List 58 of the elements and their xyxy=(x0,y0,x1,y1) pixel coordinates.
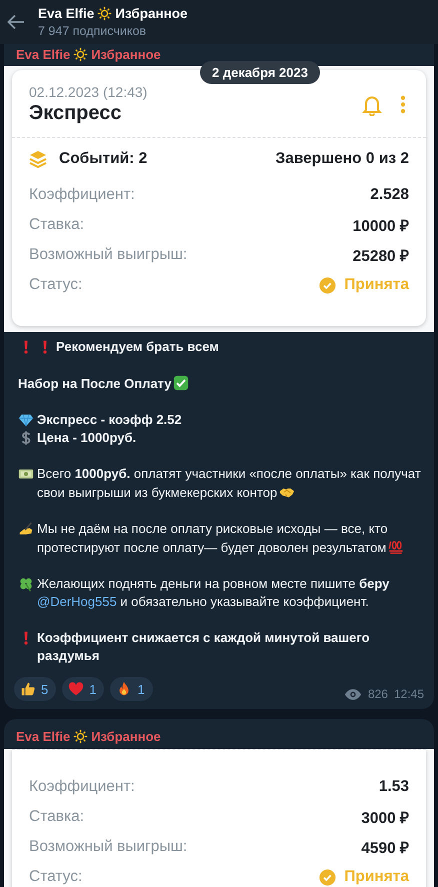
completed-count: Завершено 0 из 2 xyxy=(275,150,409,168)
field-value: 2.528 xyxy=(370,186,409,204)
reaction-button[interactable]: 1 xyxy=(62,677,104,701)
clover-icon xyxy=(18,576,34,592)
subscriber-count: 7 947 подписчиков xyxy=(38,24,148,38)
more-icon[interactable] xyxy=(400,95,406,114)
author-name: Eva Elfie xyxy=(16,47,70,62)
diamond-icon xyxy=(18,412,34,428)
field-label: Статус: xyxy=(29,868,82,886)
channel-name: Eva Elfie xyxy=(38,6,94,21)
bet-date: 02.12.2023 (12:43) xyxy=(29,84,148,100)
sun-icon xyxy=(73,729,88,744)
check-mark-icon xyxy=(173,375,190,391)
date-badge: 2 декабря 2023 xyxy=(200,61,320,84)
check-circle-icon xyxy=(319,276,336,294)
field-label: Ставка: xyxy=(29,216,84,234)
channel-name: Избранное xyxy=(115,6,188,21)
reaction-button[interactable]: 1 xyxy=(110,677,153,701)
eye-icon xyxy=(344,688,362,700)
field-label: Ставка: xyxy=(29,808,84,826)
message-text: Всего 1000руб. оплатят участники «после оплаты» как получат свои выигрыши из букмекерских контор xyxy=(37,465,422,502)
bet-title: Экспресс xyxy=(29,102,122,125)
heart-icon xyxy=(68,681,84,697)
username-link[interactable]: @DerHog555 xyxy=(37,594,117,609)
field-label: Возможный выигрыш: xyxy=(29,246,188,264)
status-value: Принята xyxy=(344,868,409,886)
field-value: 10000 ₽ xyxy=(352,217,409,236)
reaction-button[interactable]: 5 xyxy=(14,677,56,701)
message-text: Желающих поднять деньги на ровном месте пишите беру @DerHog555 и обязательно указывайте коэффициент. xyxy=(37,575,390,611)
back-arrow-icon[interactable] xyxy=(6,12,26,32)
author-name: Избранное xyxy=(91,47,161,62)
author-name: Избранное xyxy=(91,729,161,744)
sun-icon xyxy=(97,6,112,21)
bell-icon[interactable] xyxy=(362,94,382,116)
message-text: Набор на После Оплату xyxy=(18,374,424,393)
message-text: Мы не даём на после оплату рисковые исходы — все, кто протестируют после оплату— будет доволен результатом xyxy=(37,520,424,557)
view-count: 826 xyxy=(368,687,388,701)
message-text: Экспресс - коэфф 2.52 xyxy=(37,411,183,429)
field-value: 4590 ₽ xyxy=(361,839,409,858)
message-text: Коэффициент снижается с каждой минутой вашего раздумья xyxy=(37,629,371,665)
field-label: Коэффициент: xyxy=(29,186,135,204)
message-text: Цена - 1000руб. xyxy=(37,429,138,447)
field-value: 25280 ₽ xyxy=(352,247,409,266)
hundred-points-icon xyxy=(388,539,404,555)
field-value: 3000 ₽ xyxy=(361,809,409,828)
events-count: Событий: 2 xyxy=(59,150,148,168)
field-label: Статус: xyxy=(29,276,82,294)
author-name: Eva Elfie xyxy=(16,729,70,744)
writing-hand-icon xyxy=(18,521,34,537)
field-label: Возможный выигрыш: xyxy=(29,838,188,856)
message-text: Рекомендуем брать всем xyxy=(56,338,220,356)
status-value: Принята xyxy=(344,276,409,294)
field-label: Коэффициент: xyxy=(29,778,135,796)
field-value: 1.53 xyxy=(378,778,409,796)
message-time: 12:45 xyxy=(394,687,424,701)
layers-icon xyxy=(29,150,47,168)
sun-icon xyxy=(73,47,88,62)
thumbs-up-icon xyxy=(20,681,36,697)
